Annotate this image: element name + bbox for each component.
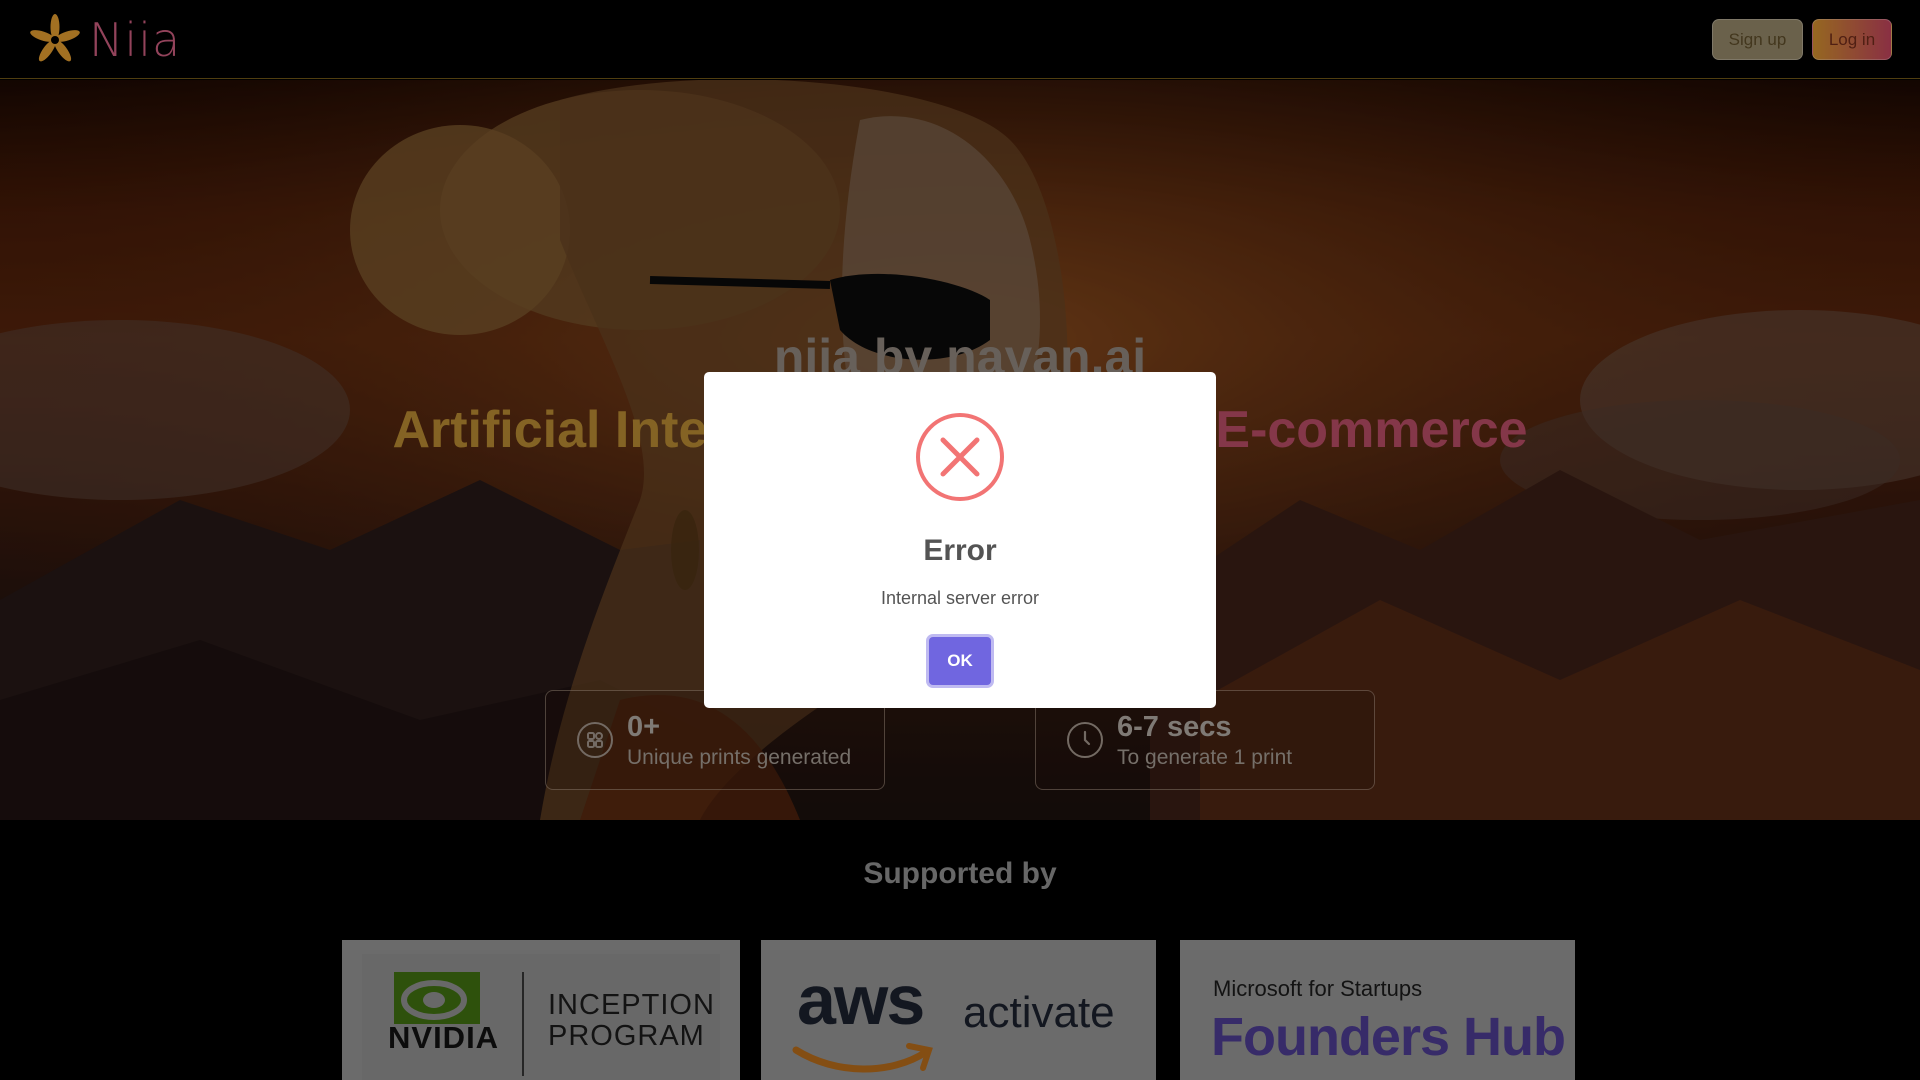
error-dialog: Error Internal server error OK xyxy=(704,372,1216,708)
error-title: Error xyxy=(923,534,997,567)
ok-button[interactable]: OK xyxy=(929,637,991,685)
error-message: Internal server error xyxy=(880,588,1040,608)
error-x-icon xyxy=(916,413,1004,501)
